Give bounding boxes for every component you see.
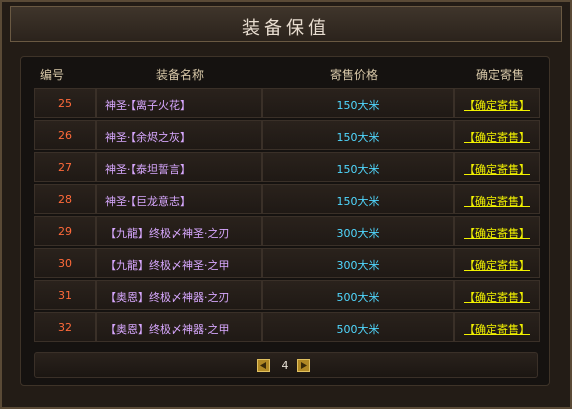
- window-title: 装备保值: [242, 18, 330, 39]
- row-item-name: 【九龍】终极〆神圣·之甲: [105, 259, 230, 272]
- row-price: 500大米: [336, 323, 380, 336]
- confirm-consign-link-cell: 【确定寄售】: [454, 312, 540, 342]
- row-id-cell: 30: [34, 248, 96, 278]
- row-item-name: 【九龍】终极〆神圣·之刃: [105, 227, 230, 240]
- page-number: 4: [281, 359, 289, 372]
- row-price: 150大米: [336, 99, 380, 112]
- header-price: 寄售价格: [330, 68, 379, 82]
- confirm-consign-link[interactable]: 【确定寄售】: [455, 225, 539, 241]
- row-price-cell: 300大米: [262, 248, 454, 278]
- header-id: 编号: [40, 68, 65, 82]
- confirm-consign-link[interactable]: 【确定寄售】: [455, 129, 539, 145]
- confirm-consign-link-cell: 【确定寄售】: [454, 120, 540, 150]
- row-id: 31: [58, 289, 72, 302]
- table-row: 28 神圣·【巨龙意志】 150大米 【确定寄售】: [34, 184, 540, 214]
- row-price-cell: 300大米: [262, 216, 454, 246]
- row-item-name-cell: 【九龍】终极〆神圣·之甲: [96, 248, 262, 278]
- table-row: 31 【奥恩】终极〆神器·之刃 500大米 【确定寄售】: [34, 280, 540, 310]
- table-row: 30 【九龍】终极〆神圣·之甲 300大米 【确定寄售】: [34, 248, 540, 278]
- row-price-cell: 500大米: [262, 280, 454, 310]
- next-page-button[interactable]: [297, 359, 310, 372]
- row-price-cell: 150大米: [262, 120, 454, 150]
- row-price: 500大米: [336, 291, 380, 304]
- prev-page-button[interactable]: [257, 359, 270, 372]
- row-price-cell: 150大米: [262, 88, 454, 118]
- confirm-consign-link-cell: 【确定寄售】: [454, 248, 540, 278]
- row-id: 32: [58, 321, 72, 334]
- confirm-consign-link[interactable]: 【确定寄售】: [455, 321, 539, 337]
- confirm-consign-link[interactable]: 【确定寄售】: [455, 161, 539, 177]
- row-item-name: 【奥恩】终极〆神器·之甲: [105, 323, 230, 336]
- row-item-name: 神圣·【巨龙意志】: [105, 195, 191, 208]
- row-price-cell: 150大米: [262, 184, 454, 214]
- row-price: 150大米: [336, 195, 380, 208]
- table-row: 25 神圣·【离子火花】 150大米 【确定寄售】: [34, 88, 540, 118]
- arrow-right-icon: [301, 362, 307, 369]
- row-price: 150大米: [336, 131, 380, 144]
- confirm-consign-link[interactable]: 【确定寄售】: [455, 97, 539, 113]
- row-item-name-cell: 【九龍】终极〆神圣·之刃: [96, 216, 262, 246]
- row-price-cell: 150大米: [262, 152, 454, 182]
- row-price: 300大米: [336, 227, 380, 240]
- row-id: 29: [58, 225, 72, 238]
- table-row: 26 神圣·【余烬之灰】 150大米 【确定寄售】: [34, 120, 540, 150]
- confirm-consign-link-cell: 【确定寄售】: [454, 184, 540, 214]
- header-name: 装备名称: [156, 68, 205, 82]
- table-header: 编号 装备名称 寄售价格 确定寄售: [20, 62, 550, 86]
- pager: 4: [34, 352, 538, 378]
- row-item-name: 神圣·【离子火花】: [105, 99, 191, 112]
- row-id: 27: [58, 161, 72, 174]
- row-id-cell: 25: [34, 88, 96, 118]
- confirm-consign-link-cell: 【确定寄售】: [454, 280, 540, 310]
- table-row: 29 【九龍】终极〆神圣·之刃 300大米 【确定寄售】: [34, 216, 540, 246]
- row-id: 28: [58, 193, 72, 206]
- row-item-name: 神圣·【余烬之灰】: [105, 131, 191, 144]
- confirm-consign-link-cell: 【确定寄售】: [454, 216, 540, 246]
- row-id-cell: 28: [34, 184, 96, 214]
- row-item-name-cell: 【奥恩】终极〆神器·之甲: [96, 312, 262, 342]
- row-id-cell: 31: [34, 280, 96, 310]
- arrow-left-icon: [260, 362, 266, 369]
- row-id-cell: 27: [34, 152, 96, 182]
- row-price: 150大米: [336, 163, 380, 176]
- confirm-consign-link-cell: 【确定寄售】: [454, 88, 540, 118]
- row-id: 30: [58, 257, 72, 270]
- row-price: 300大米: [336, 259, 380, 272]
- confirm-consign-link-cell: 【确定寄售】: [454, 152, 540, 182]
- table-row: 32 【奥恩】终极〆神器·之甲 500大米 【确定寄售】: [34, 312, 540, 342]
- row-id-cell: 29: [34, 216, 96, 246]
- row-item-name-cell: 神圣·【余烬之灰】: [96, 120, 262, 150]
- row-item-name-cell: 【奥恩】终极〆神器·之刃: [96, 280, 262, 310]
- title-bar: 装备保值: [10, 6, 562, 42]
- confirm-consign-link[interactable]: 【确定寄售】: [455, 257, 539, 273]
- row-item-name-cell: 神圣·【离子火花】: [96, 88, 262, 118]
- confirm-consign-link[interactable]: 【确定寄售】: [455, 289, 539, 305]
- confirm-consign-link[interactable]: 【确定寄售】: [455, 193, 539, 209]
- row-id-cell: 32: [34, 312, 96, 342]
- row-item-name-cell: 神圣·【巨龙意志】: [96, 184, 262, 214]
- row-item-name: 【奥恩】终极〆神器·之刃: [105, 291, 230, 304]
- row-id: 26: [58, 129, 72, 142]
- row-item-name: 神圣·【泰坦誓言】: [105, 163, 191, 176]
- row-item-name-cell: 神圣·【泰坦誓言】: [96, 152, 262, 182]
- table-row: 27 神圣·【泰坦誓言】 150大米 【确定寄售】: [34, 152, 540, 182]
- row-id-cell: 26: [34, 120, 96, 150]
- row-price-cell: 500大米: [262, 312, 454, 342]
- row-id: 25: [58, 97, 72, 110]
- header-action: 确定寄售: [476, 68, 525, 82]
